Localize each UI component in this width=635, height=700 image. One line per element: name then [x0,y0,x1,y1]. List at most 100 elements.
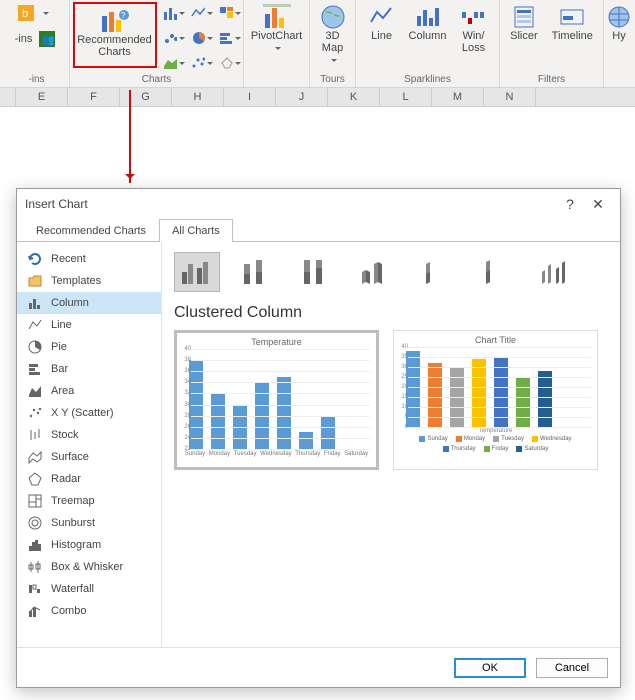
chart-preview-2[interactable]: Chart Title 0510152025303540 Temperature… [393,330,598,470]
bar-chart-dropdown[interactable] [219,27,241,49]
hyperlink-button[interactable]: Hy [602,2,635,44]
column-chart-dropdown[interactable] [163,2,185,24]
sidebar-item-label: Stock [51,429,79,441]
sidebar-item-label: Histogram [51,539,101,551]
sidebar-item-line[interactable]: Line [17,314,161,336]
sparkline-winloss-button[interactable]: Win/ Loss [456,2,490,56]
sidebar-item-area[interactable]: Area [17,380,161,402]
preview2-legend: SundayMondayTuesdayWednesdayThursdayFrid… [400,436,591,452]
sidebar-item-column[interactable]: Column [17,292,161,314]
dialog-help-button[interactable]: ? [556,192,584,216]
area-icon [27,383,43,399]
colhdr-F[interactable]: F [68,88,120,106]
sparkline-winloss-label: Win/ Loss [462,30,485,54]
subtype-stacked-column[interactable] [234,252,280,292]
sidebar-item-stock[interactable]: Stock [17,424,161,446]
hyperlink-label: Hy [612,30,625,42]
sidebar-item-radar[interactable]: Radar [17,468,161,490]
svg-text:b: b [22,8,28,20]
preview1-title: Temperature [183,337,370,347]
combo-icon [27,603,43,619]
sidebar-item-recent[interactable]: Recent [17,248,161,270]
subtype-3d-100stacked[interactable] [474,252,520,292]
scatter-chart-dropdown[interactable] [191,52,213,74]
colhdr-N[interactable]: N [484,88,536,106]
colhdr-M[interactable]: M [432,88,484,106]
sidebar-item-waterfall[interactable]: Waterfall [17,578,161,600]
timeline-label: Timeline [552,30,593,42]
colhdr-G[interactable]: G [120,88,172,106]
pivotchart-icon [263,4,291,30]
subtype-3d-stacked[interactable] [414,252,460,292]
svg-text:?: ? [121,11,126,20]
tours-group: 3D Map Tours [310,0,356,87]
sparkline-line-label: Line [371,30,392,42]
stock-icon [27,427,43,443]
sidebar-item-label: X Y (Scatter) [51,407,114,419]
annotation-arrow [129,90,131,183]
filters-group-label: Filters [538,74,565,87]
pivotchart-button[interactable]: PivotChart [247,2,306,56]
subtype-3d-clustered[interactable] [354,252,400,292]
subtype-3d-column[interactable] [534,252,580,292]
sidebar-item-combo[interactable]: Combo [17,600,161,622]
dialog-close-button[interactable]: ✕ [584,192,612,216]
tab-recommended-charts[interactable]: Recommended Charts [23,219,159,242]
sidebar-item-label: Bar [51,363,68,375]
sidebar-item-templates[interactable]: Templates [17,270,161,292]
colhdr-E[interactable]: E [16,88,68,106]
subtype-clustered-column[interactable] [174,252,220,292]
colhdr-L[interactable]: L [380,88,432,106]
radar-chart-dropdown[interactable] [219,52,241,74]
3d-map-button[interactable]: 3D Map [316,2,350,68]
addins-text-1: -ins [15,33,33,45]
section-title: Clustered Column [174,304,608,322]
timeline-button[interactable]: Timeline [548,2,597,44]
surface-icon [27,449,43,465]
sparkline-line-button[interactable]: Line [365,2,399,44]
sparklines-group-label: Sparklines [404,74,451,87]
bing-icon[interactable]: b [15,2,37,24]
sidebar-item-histogram[interactable]: Histogram [17,534,161,556]
sidebar-item-surface[interactable]: Surface [17,446,161,468]
colhdr-J[interactable]: J [276,88,328,106]
slicer-button[interactable]: Slicer [506,2,542,44]
slicer-icon [511,4,537,30]
sidebar-item-scatter[interactable]: X Y (Scatter) [17,402,161,424]
sparkline-column-button[interactable]: Column [405,2,451,44]
ok-button[interactable]: OK [454,658,526,678]
sidebar-item-bar[interactable]: Bar [17,358,161,380]
surface-chart-dropdown[interactable] [163,52,185,74]
stat-chart-dropdown[interactable] [163,27,185,49]
colhdr-I[interactable]: I [224,88,276,106]
column-subtypes [174,252,608,292]
timeline-icon [559,4,585,30]
preview2-xaxis-label: Temperature [400,428,591,434]
charts-group-label: Charts [142,74,171,87]
dialog-titlebar: Insert Chart ? ✕ [17,189,620,219]
recommended-charts-button[interactable]: ? Recommended Charts [73,2,157,68]
hierarchy-chart-dropdown[interactable] [219,2,241,24]
tab-all-charts[interactable]: All Charts [159,219,233,242]
dialog-tabs: Recommended Charts All Charts [17,219,620,242]
slicer-label: Slicer [510,30,538,42]
cancel-button[interactable]: Cancel [536,658,608,678]
sidebar-item-pie[interactable]: Pie [17,336,161,358]
folder-icon [27,273,43,289]
sidebar-item-boxwhisker[interactable]: Box & Whisker [17,556,161,578]
colhdr-H[interactable]: H [172,88,224,106]
sidebar-item-treemap[interactable]: Treemap [17,490,161,512]
chart-preview-1[interactable]: Temperature 22242628303234363840 SundayM… [174,330,379,470]
sidebar-item-sunburst[interactable]: Sunburst [17,512,161,534]
sunburst-icon [27,515,43,531]
subtype-100stacked-column[interactable] [294,252,340,292]
colhdr-K[interactable]: K [328,88,380,106]
pie-chart-dropdown[interactable] [191,27,213,49]
dialog-footer: OK Cancel [17,647,620,687]
sparkline-column-label: Column [409,30,447,42]
histogram-icon [27,537,43,553]
line-chart-dropdown[interactable] [191,2,213,24]
preview1-xlabels: SundayMondayTuesdayWednesdayThursdayFrid… [183,451,370,457]
ribbon: b -ins 👥 -ins ? Recommended Charts [0,0,635,88]
people-icon[interactable]: 👥 [36,28,58,50]
